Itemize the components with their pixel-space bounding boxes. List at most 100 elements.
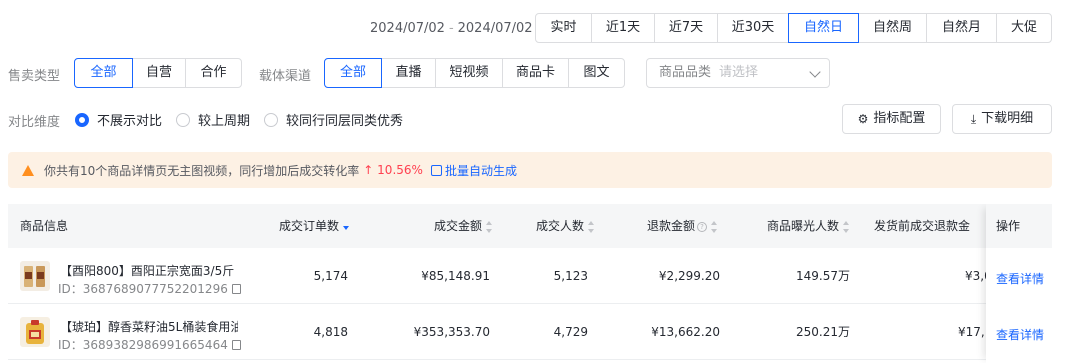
exposure-cell: 149.57万: [796, 269, 850, 283]
compare-option-last-period[interactable]: 较上周期: [176, 110, 250, 129]
product-id: ID：3687689077752201296: [58, 280, 241, 297]
radio-icon: [176, 112, 190, 127]
rise-rate: ↑ 10.56%: [363, 163, 423, 177]
sale-type-group: 全部 自营 合作: [74, 58, 242, 88]
metric-config-label: 指标配置: [873, 111, 926, 126]
channel-group: 全部 直播 短视频 商品卡 图文: [324, 58, 625, 88]
category-placeholder: 请选择: [719, 65, 759, 80]
batch-generate-link[interactable]: 批量自动生成: [430, 162, 517, 179]
refund-cell: ¥2,299.20: [658, 269, 720, 283]
col-buyers[interactable]: 成交人数: [536, 204, 595, 248]
product-name[interactable]: 【琥珀】醇香菜籽油5L桶装食用油...: [60, 318, 238, 335]
product-thumbnail: [20, 317, 50, 347]
date-start: 2024/07/02: [370, 21, 445, 36]
date-range[interactable]: 2024/07/02-2024/07/02: [370, 18, 533, 40]
channel-short-video[interactable]: 短视频: [435, 58, 503, 88]
warning-icon: [22, 164, 34, 176]
sort-icon[interactable]: [843, 220, 850, 233]
edit-icon: [430, 164, 442, 176]
orders-cell: 4,818: [313, 325, 348, 339]
metric-config-button[interactable]: ⚙ 指标配置: [842, 104, 941, 134]
action-column: 操作 查看详情 查看详情: [986, 204, 1052, 363]
product-table: 商品信息 成交订单数 成交金额 成交人数 退款金额? 商品曝光人数 发货前成交退…: [8, 204, 1052, 363]
col-amount[interactable]: 成交金额: [434, 204, 493, 248]
orders-cell: 5,174: [313, 269, 348, 283]
date-end: 2024/07/02: [457, 21, 533, 36]
product-id: ID：3689382986991665464: [58, 336, 241, 353]
product-name[interactable]: 【酉阳800】酉阳正宗宽面3/5斤 ...: [60, 262, 238, 279]
col-orders[interactable]: 成交订单数: [279, 204, 350, 248]
amount-cell: ¥353,353.70: [413, 325, 490, 339]
channel-product-card[interactable]: 商品卡: [502, 58, 569, 88]
col-orders-label: 成交订单数: [279, 219, 340, 233]
sale-type-self[interactable]: 自营: [132, 58, 186, 88]
col-pre-ship-refund: 发货前成交退款金: [874, 219, 971, 233]
tab-realtime[interactable]: 实时: [535, 13, 592, 43]
col-amount-label: 成交金额: [434, 219, 483, 233]
download-label: 下载明细: [981, 111, 1034, 126]
copy-icon[interactable]: [231, 284, 241, 294]
batch-generate-label: 批量自动生成: [444, 163, 517, 178]
tip-banner: 你共有10个商品详情页无主图视频，同行增加后成交转化率 ↑ 10.56% 批量自…: [8, 152, 1052, 188]
sale-type-all[interactable]: 全部: [74, 58, 133, 88]
category-select[interactable]: 商品品类 请选择: [646, 58, 830, 88]
tab-last-7-days[interactable]: 近7天: [654, 13, 718, 43]
tab-last-30-days[interactable]: 近30天: [717, 13, 789, 43]
download-button[interactable]: ⤓ 下载明细: [952, 104, 1052, 134]
compare-option-peer-excellent[interactable]: 较同行同层同类优秀: [264, 110, 403, 129]
sort-desc-icon[interactable]: [343, 221, 350, 233]
tab-promotion[interactable]: 大促: [996, 13, 1052, 43]
col-exposure-label: 商品曝光人数: [767, 219, 840, 233]
radio-icon: [264, 112, 278, 127]
exposure-cell: 250.21万: [796, 325, 850, 339]
product-thumbnail: [20, 261, 50, 291]
table-row: 【琥珀】醇香菜籽油5L桶装食用油... ID：36893829869916654…: [8, 304, 1052, 360]
table-row: 【酉阳800】酉阳正宗宽面3/5斤 ... ID：368768907775220…: [8, 248, 1052, 304]
compare-option-last-period-label: 较上周期: [198, 114, 251, 129]
channel-live[interactable]: 直播: [381, 58, 436, 88]
refund-cell: ¥13,662.20: [651, 325, 720, 339]
col-product-info: 商品信息: [20, 219, 69, 233]
copy-icon[interactable]: [231, 340, 241, 350]
channel-all[interactable]: 全部: [324, 58, 382, 88]
tab-natural-day[interactable]: 自然日: [788, 13, 859, 43]
category-label: 商品品类: [659, 65, 712, 80]
amount-cell: ¥85,148.91: [421, 269, 490, 283]
buyers-cell: 4,729: [553, 325, 588, 339]
tab-last-1-day[interactable]: 近1天: [591, 13, 655, 43]
buyers-cell: 5,123: [553, 269, 588, 283]
channel-image-text[interactable]: 图文: [568, 58, 625, 88]
product-id-text: ID：3689382986991665464: [58, 338, 228, 352]
compare-label: 对比维度: [8, 115, 61, 130]
compare-option-peer-excellent-label: 较同行同层同类优秀: [286, 114, 404, 129]
compare-option-none-label: 不展示对比: [97, 114, 163, 129]
period-tabs: 实时 近1天 近7天 近30天 自然日 自然周 自然月 大促: [535, 13, 1052, 43]
table-header: 商品信息 成交订单数 成交金额 成交人数 退款金额? 商品曝光人数 发货前成交退…: [8, 204, 1052, 248]
radio-selected-icon: [75, 112, 89, 127]
view-detail-link[interactable]: 查看详情: [996, 270, 1044, 287]
product-id-text: ID：3687689077752201296: [58, 282, 228, 296]
channel-label: 载体渠道: [259, 69, 312, 84]
help-icon[interactable]: ?: [697, 221, 708, 232]
chevron-down-icon: [809, 66, 821, 78]
tab-natural-week[interactable]: 自然周: [858, 13, 927, 43]
download-icon: ⤓: [970, 112, 977, 126]
col-refund-label: 退款金额: [647, 219, 696, 233]
sort-icon[interactable]: [711, 220, 718, 233]
tab-natural-month[interactable]: 自然月: [926, 13, 997, 43]
sort-icon[interactable]: [486, 220, 493, 233]
sort-icon[interactable]: [588, 220, 595, 233]
col-refund[interactable]: 退款金额?: [647, 204, 718, 248]
compare-option-none[interactable]: 不展示对比: [75, 110, 162, 129]
gear-icon: ⚙: [857, 112, 869, 126]
tip-text: 你共有10个商品详情页无主图视频，同行增加后成交转化率: [44, 163, 360, 178]
col-buyers-label: 成交人数: [536, 219, 585, 233]
date-separator: -: [448, 21, 454, 36]
col-action: 操作: [996, 219, 1021, 233]
rise-rate-value: 10.56%: [377, 163, 423, 177]
sale-type-label: 售卖类型: [8, 69, 61, 84]
col-exposure[interactable]: 商品曝光人数: [767, 204, 850, 248]
rise-arrow: ↑: [363, 163, 374, 177]
view-detail-link[interactable]: 查看详情: [996, 326, 1044, 343]
sale-type-partner[interactable]: 合作: [185, 58, 242, 88]
